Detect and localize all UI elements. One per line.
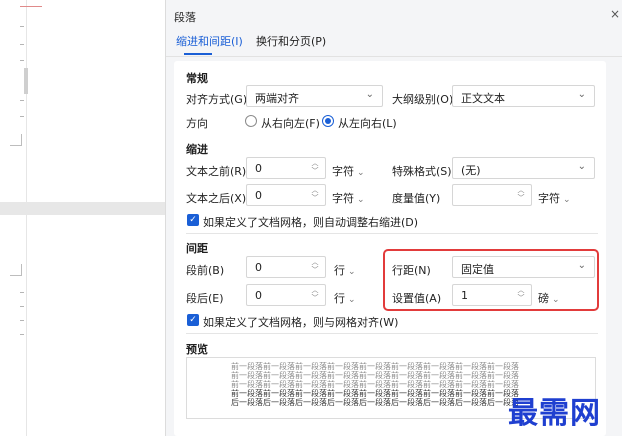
paragraph-mark bbox=[20, 44, 24, 45]
measure-stepper[interactable]: ︿ ﹀ bbox=[452, 184, 532, 206]
indent-before-value: 0 bbox=[255, 162, 262, 175]
tab-line-page-breaks[interactable]: 换行和分页(P) bbox=[256, 33, 326, 49]
special-format-select[interactable]: (无) ⌄ bbox=[452, 157, 595, 179]
alignment-value: 两端对齐 bbox=[255, 92, 299, 105]
indent-before-stepper[interactable]: 0 ︿ ﹀ bbox=[246, 157, 326, 179]
outline-level-label: 大纲级别(O) bbox=[392, 93, 454, 106]
paragraph-mark bbox=[20, 306, 24, 307]
paragraph-mark bbox=[20, 292, 24, 293]
paragraph-mark bbox=[20, 116, 24, 117]
chevron-down-icon: ⌄ bbox=[577, 89, 586, 100]
indent-before-unit[interactable]: 字符 ⌄ bbox=[332, 163, 365, 179]
spinner-arrows-icon[interactable]: ︿ ﹀ bbox=[311, 186, 319, 204]
special-format-value: (无) bbox=[461, 164, 481, 177]
paragraph-mark bbox=[20, 100, 24, 101]
checkmark-icon[interactable]: ✓ bbox=[187, 214, 199, 226]
chevron-down-icon: ⌄ bbox=[563, 195, 571, 205]
chevron-down-icon: ⌄ bbox=[357, 168, 365, 178]
watermark-text: 最需网 bbox=[508, 396, 601, 431]
section-divider bbox=[186, 233, 598, 234]
space-before-stepper[interactable]: 0 ︿ ﹀ bbox=[246, 256, 326, 278]
indent-heading: 缩进 bbox=[186, 143, 208, 156]
ltr-radio[interactable] bbox=[322, 115, 334, 127]
space-after-unit[interactable]: 行 ⌄ bbox=[334, 290, 356, 306]
indent-after-label: 文本之后(X) bbox=[186, 192, 247, 205]
rtl-radio[interactable] bbox=[245, 115, 257, 127]
page-gap-band bbox=[0, 202, 165, 215]
space-after-label: 段后(E) bbox=[186, 292, 224, 305]
snap-to-grid-label[interactable]: 如果定义了文档网格，则与网格对齐(W) bbox=[203, 314, 398, 330]
chevron-down-icon: ⌄ bbox=[348, 267, 356, 277]
tab-divider bbox=[166, 56, 622, 57]
page-corner-mark bbox=[10, 264, 22, 276]
general-heading: 常规 bbox=[186, 72, 208, 85]
space-after-value: 0 bbox=[255, 289, 262, 302]
space-after-stepper[interactable]: 0 ︿ ﹀ bbox=[246, 284, 326, 306]
page-corner-mark bbox=[10, 134, 22, 146]
outline-level-select[interactable]: 正文文本 ⌄ bbox=[452, 85, 595, 107]
indent-before-label: 文本之前(R) bbox=[186, 165, 247, 178]
paragraph-mark bbox=[20, 60, 24, 61]
rtl-label[interactable]: 从右向左(F) bbox=[261, 115, 320, 131]
preview-line: 后一段落后一段落后一段落后一段落后一段落后一段落后一段落后一段落后一段落 bbox=[231, 398, 519, 407]
measure-unit[interactable]: 字符 ⌄ bbox=[538, 190, 571, 206]
preview-line: 前一段落前一段落前一段落前一段落前一段落前一段落前一段落前一段落前一段落 bbox=[231, 389, 519, 398]
chevron-down-icon: ⌄ bbox=[348, 295, 356, 305]
tab-indent-spacing[interactable]: 缩进和间距(I) bbox=[176, 33, 243, 49]
indent-after-value: 0 bbox=[255, 189, 262, 202]
paragraph-mark bbox=[20, 334, 24, 335]
special-format-label: 特殊格式(S) bbox=[392, 165, 452, 178]
preview-heading: 预览 bbox=[186, 343, 208, 356]
preview-line: 前一段落前一段落前一段落前一段落前一段落前一段落前一段落前一段落前一段落 bbox=[231, 362, 519, 371]
highlight-box bbox=[383, 249, 599, 311]
paragraph-mark bbox=[20, 26, 24, 27]
indent-after-unit[interactable]: 字符 ⌄ bbox=[332, 190, 365, 206]
space-before-label: 段前(B) bbox=[186, 264, 225, 277]
outline-level-value: 正文文本 bbox=[461, 92, 505, 105]
spacing-heading: 间距 bbox=[186, 242, 208, 255]
document-red-mark bbox=[20, 6, 42, 7]
preview-line: 前一段落前一段落前一段落前一段落前一段落前一段落前一段落前一段落前一段落 bbox=[231, 380, 519, 389]
auto-right-indent-label[interactable]: 如果定义了文档网格，则自动调整右缩进(D) bbox=[203, 214, 418, 230]
spinner-arrows-icon[interactable]: ︿ ﹀ bbox=[311, 159, 319, 177]
chevron-down-icon: ⌄ bbox=[357, 195, 365, 205]
indent-after-stepper[interactable]: 0 ︿ ﹀ bbox=[246, 184, 326, 206]
spinner-arrows-icon[interactable]: ︿ ﹀ bbox=[311, 286, 319, 304]
space-before-value: 0 bbox=[255, 261, 262, 274]
chevron-down-icon: ⌄ bbox=[365, 89, 374, 100]
dialog-title: 段落 bbox=[174, 11, 196, 24]
close-icon[interactable]: × bbox=[610, 7, 620, 21]
checkmark-icon[interactable]: ✓ bbox=[187, 314, 199, 326]
spinner-arrows-icon[interactable]: ︿ ﹀ bbox=[517, 186, 525, 204]
document-margin-line bbox=[26, 0, 27, 436]
alignment-label: 对齐方式(G) bbox=[186, 93, 248, 106]
alignment-select[interactable]: 两端对齐 ⌄ bbox=[246, 85, 383, 107]
preview-line: 前一段落前一段落前一段落前一段落前一段落前一段落前一段落前一段落前一段落 bbox=[231, 371, 519, 380]
measure-label: 度量值(Y) bbox=[392, 192, 441, 205]
section-divider bbox=[186, 333, 598, 334]
space-before-unit[interactable]: 行 ⌄ bbox=[334, 262, 356, 278]
chevron-down-icon: ⌄ bbox=[577, 161, 586, 172]
paragraph-mark bbox=[20, 320, 24, 321]
spinner-arrows-icon[interactable]: ︿ ﹀ bbox=[311, 258, 319, 276]
document-selection-block bbox=[24, 68, 28, 94]
active-tab-indicator bbox=[184, 53, 212, 55]
ltr-label[interactable]: 从左向右(L) bbox=[338, 115, 397, 131]
document-background bbox=[0, 0, 165, 436]
direction-label: 方向 bbox=[186, 117, 208, 130]
